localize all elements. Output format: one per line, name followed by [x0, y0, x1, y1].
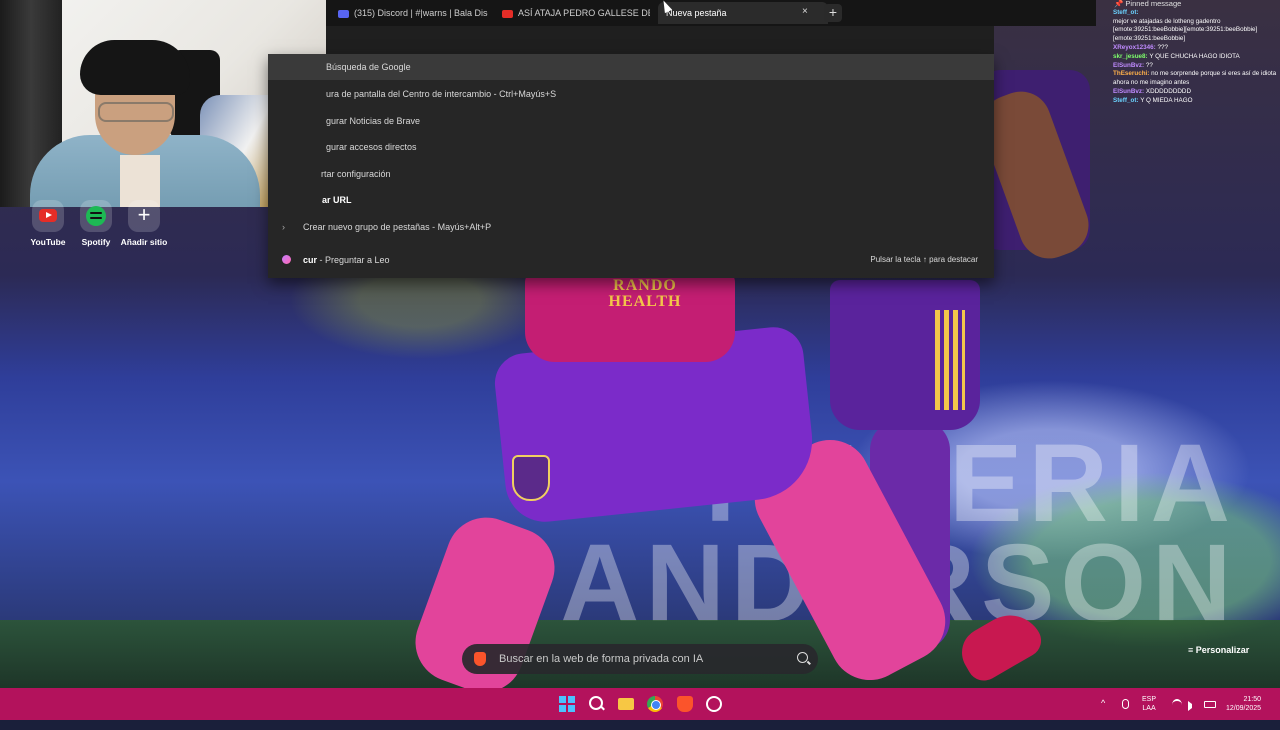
shortcut-add-site[interactable]: + Añadir sitio: [114, 200, 174, 247]
shirt-sponsor-text: RANDO HEALTH: [608, 277, 682, 310]
chat-message: ThEseruchi: no me sorprende porque si er…: [1113, 70, 1277, 87]
windows-start-icon[interactable]: [559, 696, 575, 712]
suggestion-shortcuts[interactable]: gurar accesos directos: [268, 134, 994, 160]
wifi-icon[interactable]: [1172, 699, 1182, 711]
webcam-person-hair: [80, 40, 190, 95]
brave-icon[interactable]: [677, 696, 693, 712]
chevron-right-icon: ›: [282, 222, 285, 232]
close-tab-icon[interactable]: ×: [802, 6, 808, 17]
file-explorer-icon[interactable]: [618, 698, 634, 710]
pinned-message-label: 📌 Pinned message: [1114, 0, 1182, 8]
leo-hint: Pulsar la tecla ↑ para destacar: [870, 255, 978, 264]
suggestion-settings[interactable]: rtar configuración: [268, 161, 994, 187]
chat-message: ElSunBvz: XDDDDDDDDD: [1113, 87, 1192, 95]
youtube-icon: [502, 9, 513, 18]
plus-icon: +: [137, 202, 151, 227]
volume-icon[interactable]: [1188, 701, 1192, 711]
windows-taskbar: ^ ESP LAA 21:50 12/09/2025: [0, 688, 1280, 720]
chat-message: ElSunBvz: ??: [1113, 61, 1153, 69]
suggestion-google-search[interactable]: Búsqueda de Google: [268, 54, 994, 80]
leo-icon: [282, 255, 291, 264]
tray-overflow-icon[interactable]: ^: [1101, 698, 1105, 730]
webcam-person-glasses: [98, 102, 174, 122]
search-placeholder: Buscar en la web de forma privada con IA: [499, 653, 704, 665]
pinned-message: Steff_ot: mejor ve atajadas de lotheng ga…: [1113, 8, 1258, 43]
youtube-icon: [39, 209, 57, 222]
chat-message: Steff_ot: Y Q MIEDA HAGO: [1113, 96, 1193, 104]
suggestion-brave-news[interactable]: gurar Noticias de Brave: [268, 108, 994, 134]
tab-youtube-video[interactable]: ASÍ ATAJA PEDRO GALLESE DE AMARILLO: [502, 2, 650, 24]
chat-message: skr_jesue8: Y QUE CHUCHA HAGO IDIOTA: [1113, 52, 1240, 60]
suggestion-tab-group[interactable]: › Crear nuevo grupo de pestañas - Mayús+…: [268, 214, 994, 240]
club-badge: [512, 455, 550, 501]
customize-button[interactable]: ≡ Personalizar: [1188, 645, 1249, 655]
chat-message: XReyox12346: ???: [1113, 43, 1168, 51]
suggestion-ask-leo[interactable]: cur - Preguntar a Leo Pulsar la tecla ↑ …: [268, 247, 994, 273]
clock[interactable]: 21:50 12/09/2025: [1226, 695, 1261, 727]
discord-icon: [338, 9, 349, 18]
taskbar-search-icon[interactable]: [589, 696, 605, 712]
address-bar[interactable]: [326, 26, 994, 54]
tab-discord[interactable]: (315) Discord | #|warns | Bala Discord: [338, 2, 488, 24]
stream-chat-overlay: 📌 Pinned message Steff_ot: mejor ve ataja…: [1108, 0, 1280, 130]
private-ai-search-bar[interactable]: Buscar en la web de forma privada con IA: [462, 644, 818, 674]
suggestion-screenshot[interactable]: ura de pantalla del Centro de intercambi…: [268, 81, 994, 107]
search-icon[interactable]: [797, 652, 808, 663]
language-indicator[interactable]: ESP LAA: [1142, 695, 1156, 727]
chrome-icon[interactable]: [647, 696, 663, 712]
brave-icon: [474, 652, 486, 666]
omnibox-suggestions: Búsqueda de Google ura de pantalla del C…: [268, 54, 994, 278]
suggestion-url[interactable]: ar URL: [268, 187, 994, 213]
new-tab-button[interactable]: +: [824, 4, 842, 22]
shorts-stripe: [935, 310, 965, 410]
microphone-icon[interactable]: [1122, 699, 1129, 709]
tab-strip: (315) Discord | #|warns | Bala Discord A…: [326, 0, 1096, 26]
spotify-icon: [86, 206, 106, 226]
battery-icon[interactable]: [1204, 701, 1216, 708]
obs-icon[interactable]: [706, 696, 722, 712]
